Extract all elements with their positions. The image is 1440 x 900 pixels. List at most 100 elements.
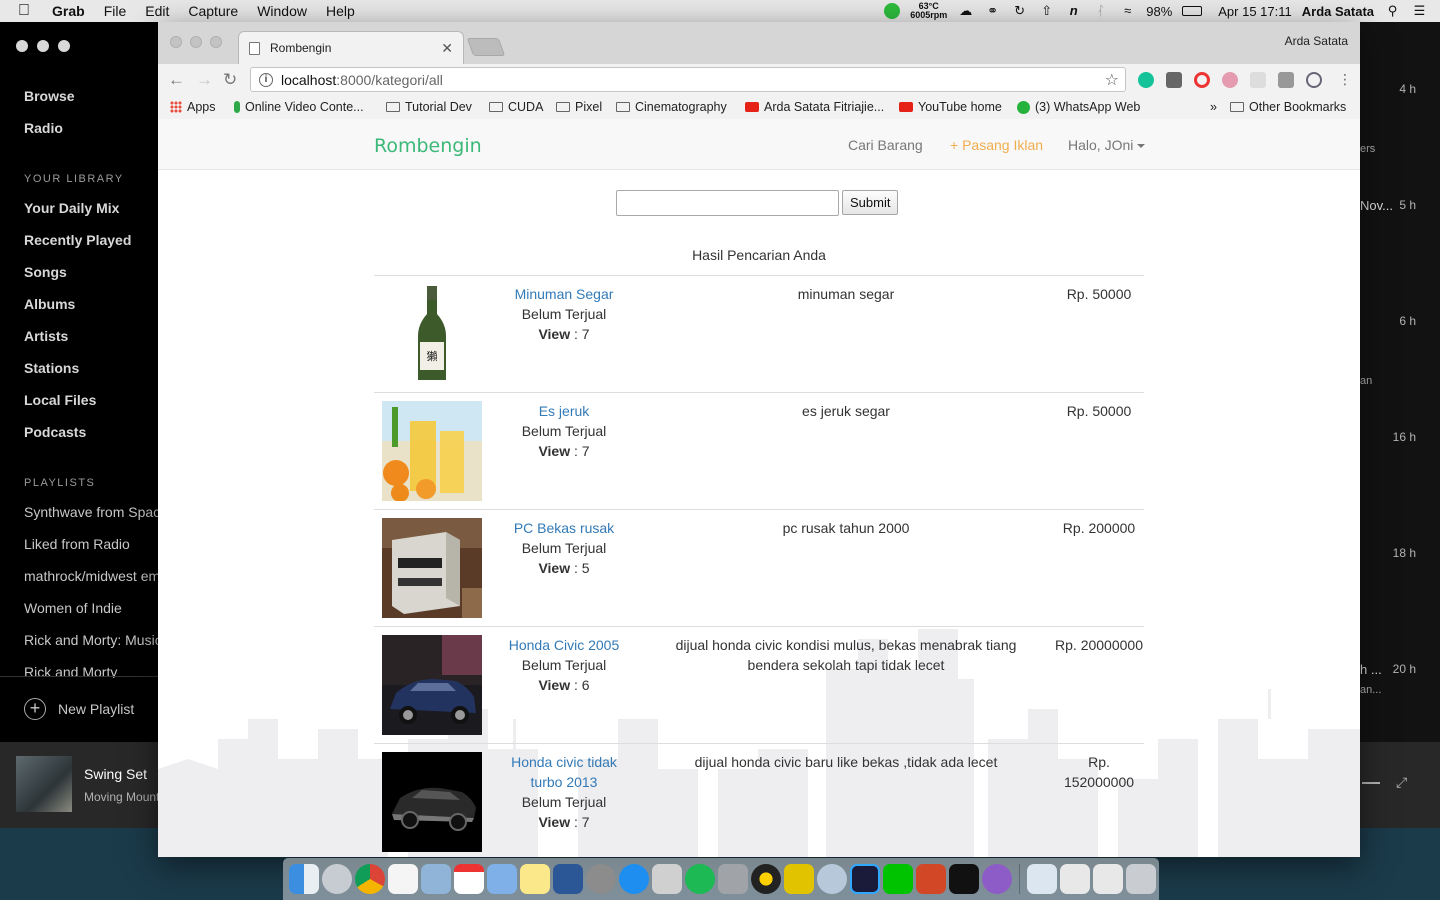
item-title-link[interactable]: Honda Civic 2005 — [502, 635, 626, 655]
calendar-icon[interactable] — [454, 864, 484, 894]
bookmark-pixel[interactable]: Pixel — [556, 100, 602, 114]
user-name[interactable]: Arda Satata — [1302, 4, 1374, 19]
profile-name[interactable]: Arda Satata — [1285, 34, 1348, 48]
cloud-icon[interactable]: ☁ — [957, 4, 974, 18]
screenshot-icon[interactable] — [1093, 864, 1123, 894]
reload-icon[interactable]: ↻ — [223, 70, 237, 90]
item-thumbnail[interactable]: 獺 — [382, 284, 482, 384]
terminal-icon[interactable] — [949, 864, 979, 894]
sidebar-item-browse[interactable]: Browse — [24, 88, 75, 104]
bookmark-apps[interactable]: Apps — [170, 100, 216, 114]
sidebar-item-songs[interactable]: Songs — [24, 264, 67, 280]
close-tab-icon[interactable]: ✕ — [441, 40, 453, 57]
back-arrow-icon[interactable]: ← — [168, 70, 185, 90]
bluetooth-icon[interactable]: ᛮ — [1092, 4, 1109, 18]
bookmark-online-video[interactable]: Online Video Conte... — [234, 100, 364, 114]
item-title-link[interactable]: Es jeruk — [502, 401, 626, 421]
album-cover[interactable] — [16, 756, 72, 812]
sidebar-item-podcasts[interactable]: Podcasts — [24, 424, 86, 440]
creative-cloud-icon[interactable]: ⚭ — [984, 4, 1001, 18]
tab-rombengin[interactable]: Rombengin ✕ — [238, 31, 464, 64]
cpu-monitor[interactable]: 63°C 6005rpm — [910, 2, 947, 20]
item-title-link[interactable]: Minuman Segar — [502, 284, 626, 304]
search-input[interactable] — [616, 190, 839, 216]
preview-icon[interactable] — [421, 864, 451, 894]
new-playlist-button[interactable]: + New Playlist — [24, 698, 134, 720]
menu-capture[interactable]: Capture — [188, 3, 238, 19]
notification-center-icon[interactable]: ☰ — [1411, 4, 1428, 18]
system-preferences-icon[interactable] — [586, 864, 616, 894]
chrome-icon[interactable] — [355, 864, 385, 894]
playlist-item[interactable]: Rick and Morty: Music — [24, 632, 158, 648]
now-playing-title[interactable]: Swing Set — [84, 766, 147, 782]
menu-file[interactable]: File — [104, 3, 127, 19]
submit-button[interactable]: Submit — [842, 190, 899, 215]
upload-icon[interactable]: ⇧ — [1038, 4, 1055, 18]
notes-icon[interactable] — [520, 864, 550, 894]
item-thumbnail[interactable] — [382, 518, 482, 618]
clock[interactable]: Apr 15 17:11 — [1218, 4, 1291, 19]
sidebar-item-local-files[interactable]: Local Files — [24, 392, 96, 408]
finder-icon[interactable] — [289, 864, 319, 894]
bookmark-cinematography[interactable]: Cinematography — [616, 100, 727, 114]
spotlight-search-icon[interactable]: ⚲ — [1384, 4, 1401, 18]
sidebar-item-artists[interactable]: Artists — [24, 328, 68, 344]
spotify-icon[interactable] — [685, 864, 715, 894]
box-app-icon[interactable] — [487, 864, 517, 894]
minimize-window-dot[interactable] — [37, 40, 49, 52]
bookmark-arda-youtube[interactable]: Arda Satata Fitriajie... — [745, 100, 884, 114]
forward-arrow-icon[interactable]: → — [196, 70, 213, 90]
apple-icon[interactable]:  — [18, 2, 36, 20]
line-icon[interactable] — [883, 864, 913, 894]
app-store-icon[interactable] — [619, 864, 649, 894]
item-title-link[interactable]: PC Bekas rusak — [502, 518, 626, 538]
github-desktop-icon[interactable] — [982, 864, 1012, 894]
bookmark-whatsapp[interactable]: (3) WhatsApp Web — [1017, 100, 1140, 114]
address-bar[interactable]: i localhost:8000/kategori/all ☆ — [250, 67, 1126, 92]
sync-icon[interactable]: ↻ — [1011, 4, 1028, 18]
word-icon[interactable] — [553, 864, 583, 894]
extension-icon[interactable] — [1166, 72, 1182, 88]
menu-help[interactable]: Help — [326, 3, 355, 19]
download-extension-icon[interactable] — [1278, 72, 1294, 88]
playlist-item[interactable]: Liked from Radio — [24, 536, 158, 552]
weka-icon[interactable] — [784, 864, 814, 894]
volume-slider[interactable] — [1362, 782, 1380, 784]
opera-extension-icon[interactable] — [1194, 72, 1210, 88]
r-extension-icon[interactable] — [1250, 72, 1266, 88]
item-title-link[interactable]: Honda civic tidak turbo 2013 — [502, 752, 626, 792]
bookmarks-overflow-button[interactable]: » — [1210, 100, 1217, 114]
playlist-item[interactable]: Synthwave from Space — [24, 504, 158, 520]
menu-edit[interactable]: Edit — [145, 3, 169, 19]
bookmark-star-icon[interactable]: ☆ — [1105, 70, 1119, 90]
sidebar-item-albums[interactable]: Albums — [24, 296, 75, 312]
menu-app-name[interactable]: Grab — [52, 3, 85, 19]
screenshot-icon[interactable] — [1060, 864, 1090, 894]
close-window-dot[interactable] — [16, 40, 28, 52]
item-thumbnail[interactable] — [382, 401, 482, 501]
item-thumbnail[interactable] — [382, 752, 482, 852]
close-window-dot[interactable] — [170, 36, 182, 48]
new-tab-button[interactable] — [466, 38, 506, 56]
playlist-item[interactable]: mathrock/midwest emo — [24, 568, 158, 584]
sidebar-item-recently-played[interactable]: Recently Played — [24, 232, 131, 248]
info-icon[interactable]: i — [259, 72, 273, 87]
bookmark-youtube-home[interactable]: YouTube home — [899, 100, 1002, 114]
playlist-item[interactable]: Women of Indie — [24, 600, 158, 616]
n-app-icon[interactable]: n — [1065, 4, 1082, 18]
block-extension-icon[interactable] — [1306, 72, 1322, 88]
wifi-icon[interactable]: ≈ — [1119, 4, 1136, 18]
utility-icon[interactable] — [718, 864, 748, 894]
line-tray-icon[interactable] — [884, 3, 901, 19]
network-utility-icon[interactable] — [817, 864, 847, 894]
launchpad-icon[interactable] — [322, 864, 352, 894]
bookmark-other[interactable]: Other Bookmarks — [1230, 100, 1346, 114]
menu-kebab-icon[interactable]: ⋮ — [1338, 71, 1352, 88]
nav-pasang-iklan[interactable]: + Pasang Iklan — [950, 137, 1043, 153]
fullscreen-icon[interactable]: ⤢ — [1396, 774, 1407, 791]
radiation-app-icon[interactable] — [751, 864, 781, 894]
document-icon[interactable] — [1027, 864, 1057, 894]
menu-window[interactable]: Window — [257, 3, 307, 19]
instagram-extension-icon[interactable] — [1222, 72, 1238, 88]
brand-logo[interactable]: Rombengin — [374, 135, 482, 157]
